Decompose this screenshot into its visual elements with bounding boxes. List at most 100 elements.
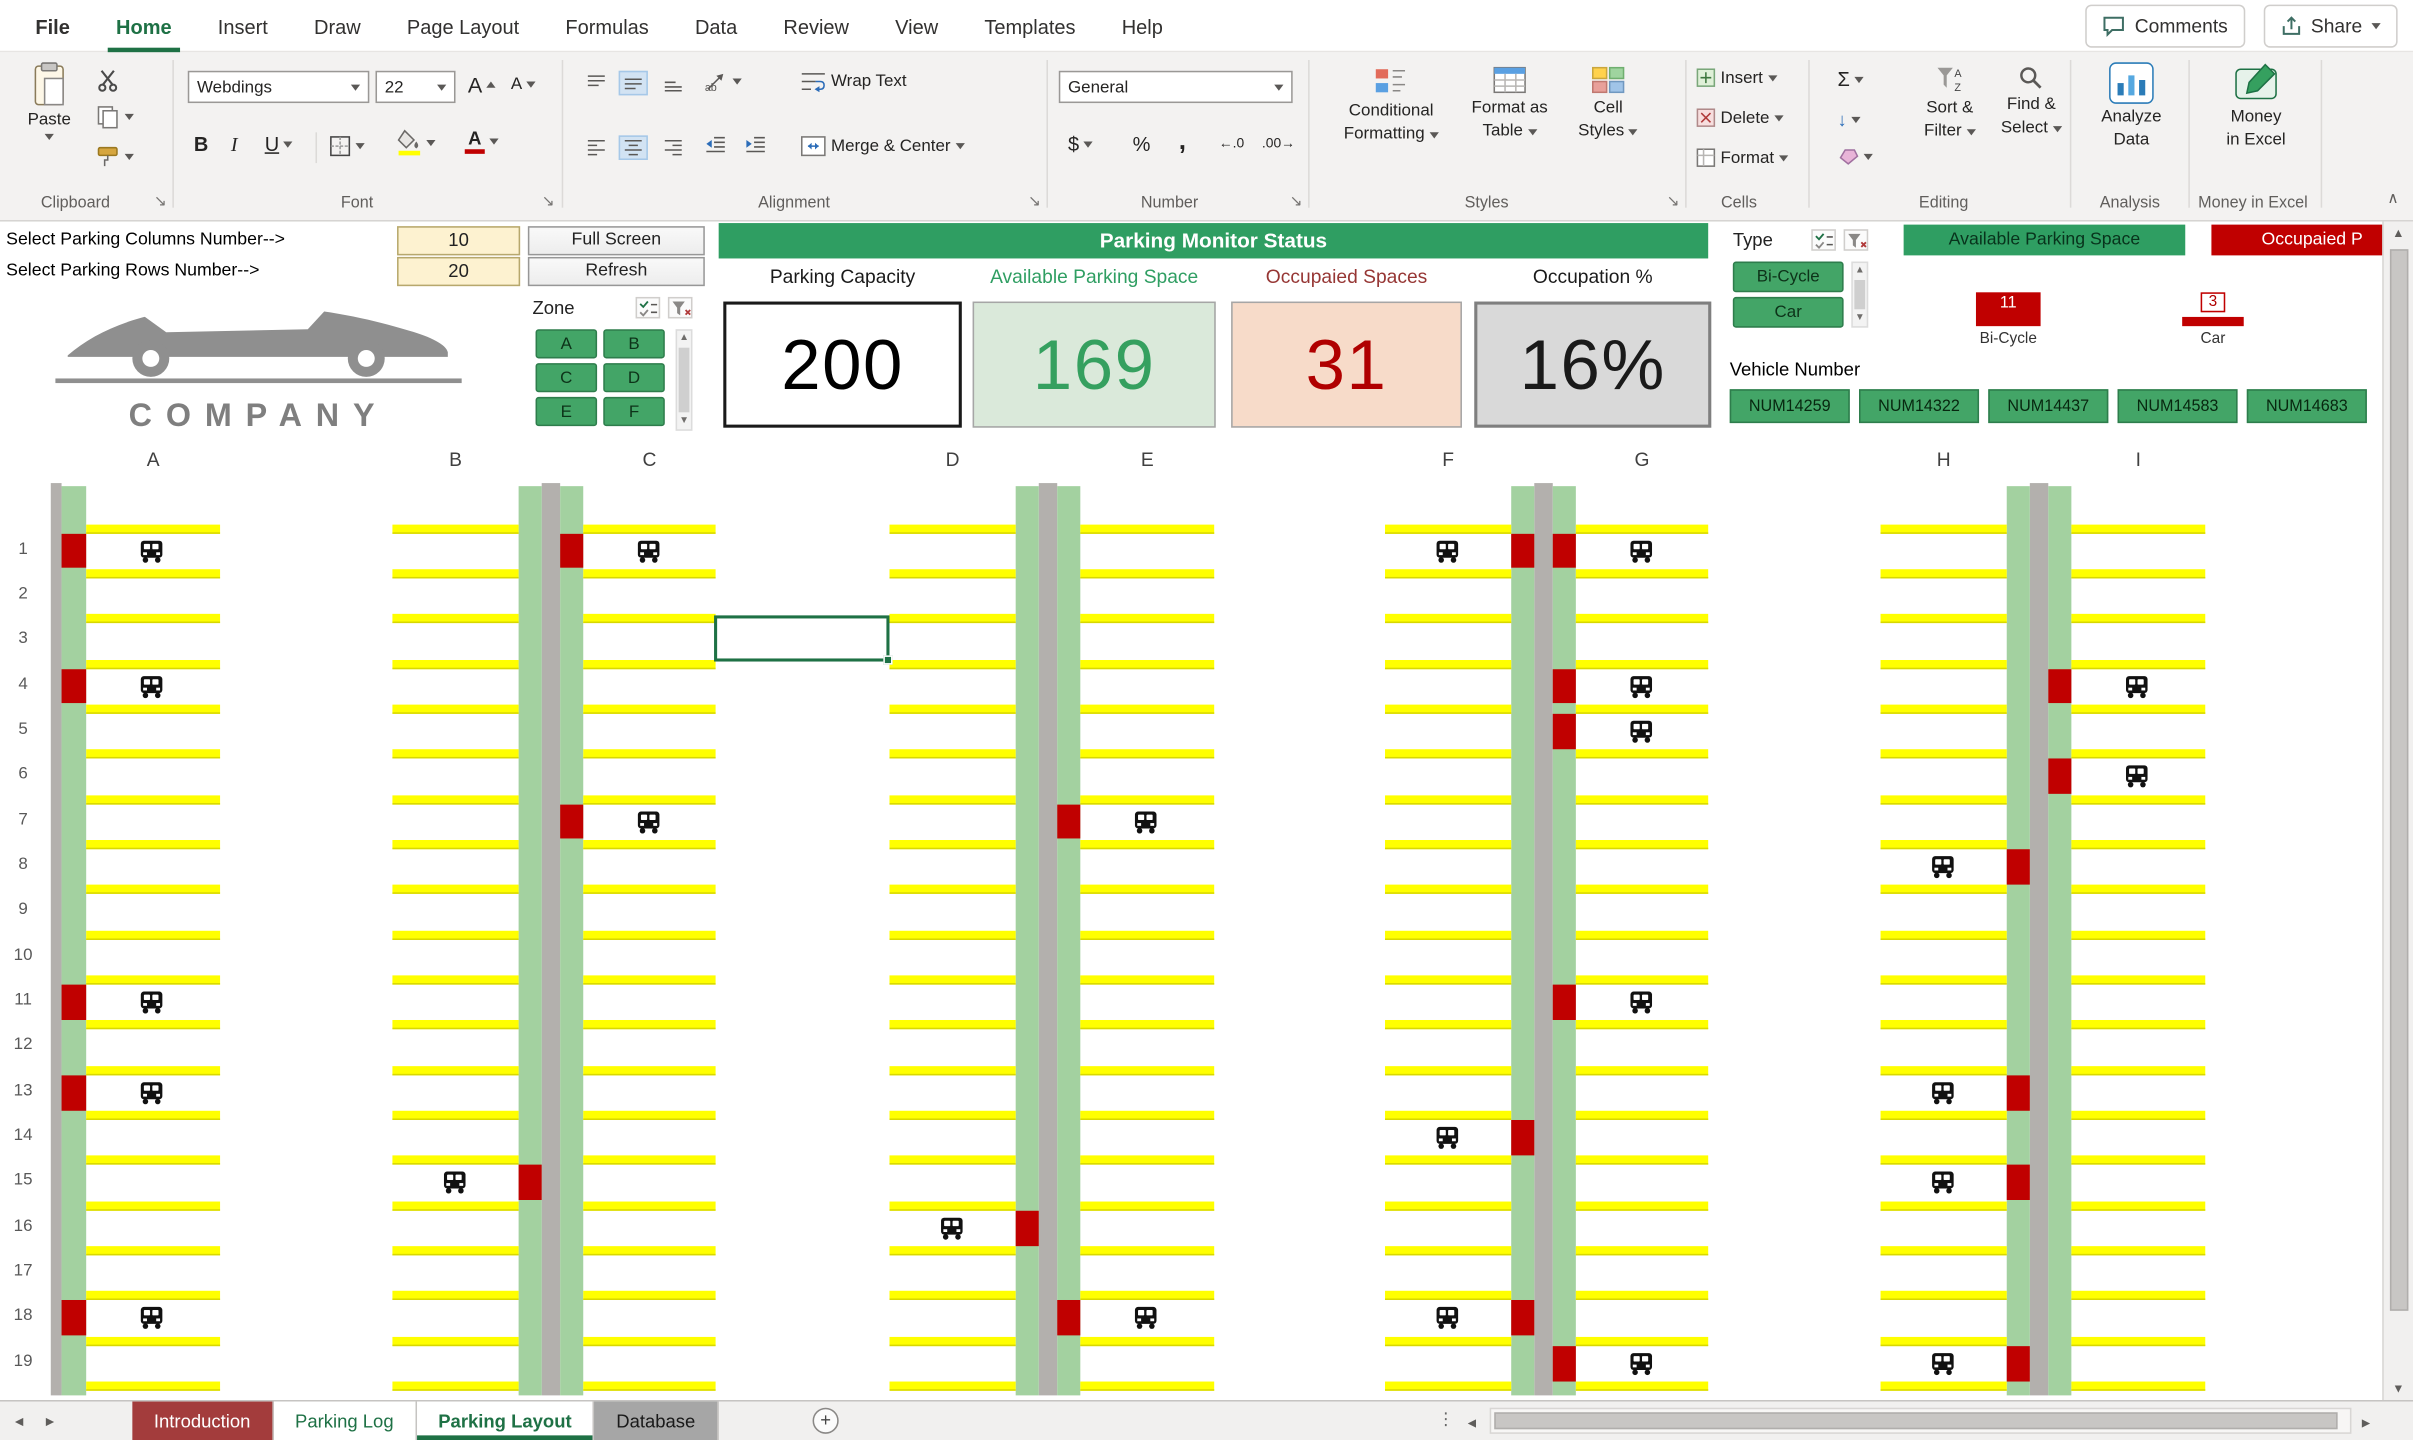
spot-divider [1881,1201,2007,1210]
aisle-strip-b [519,486,542,1395]
spot-divider [1080,975,1214,984]
parking-wall [542,483,560,1395]
hscroll-left-arrow[interactable]: ◄ [1465,1415,1479,1430]
column-letter-b: B [425,449,487,471]
occupied-cell-I4 [2048,669,2071,704]
occupied-cell-A11 [62,985,87,1020]
fill-handle[interactable] [883,655,892,664]
spot-divider [889,1066,1015,1075]
spot-divider [1576,840,1708,849]
spot-divider [86,1111,220,1120]
row-number-4: 4 [3,675,43,693]
selected-cell[interactable] [714,615,889,661]
spot-divider [1385,1111,1511,1120]
row-number-12: 12 [3,1036,43,1054]
spot-divider [1881,1111,2007,1120]
spot-divider [392,1382,518,1391]
aisle-strip-i [2048,486,2071,1395]
spot-divider [889,569,1015,578]
vehicle-number-cell-3: NUM14437 [1988,389,2108,423]
aisle-strip-g [1553,486,1576,1395]
spot-divider [1385,569,1511,578]
sheet-tab-database[interactable]: Database [595,1402,719,1440]
collapse-ribbon-button[interactable]: ∧ [2379,191,2407,208]
spot-divider [1576,1382,1708,1391]
spot-divider [2071,1066,2205,1075]
occupied-cell-I6 [2048,759,2071,794]
vehicle-icon-F1 [1434,539,1462,562]
tab-splitter-handle[interactable]: ⋮ [1437,1409,1454,1429]
row-number-19: 19 [3,1352,43,1370]
sheet-tab-parking-layout[interactable]: Parking Layout [417,1402,595,1440]
add-sheet-button[interactable]: + [813,1408,839,1434]
spot-divider [1881,1291,2007,1300]
spot-divider [86,795,220,804]
vehicle-icon-H8 [1930,855,1958,878]
vehicle-icon-H19 [1930,1352,1958,1375]
spot-divider [1576,614,1708,623]
spot-divider [583,569,715,578]
spot-divider [1576,1111,1708,1120]
spot-divider [1385,614,1511,623]
spot-divider [889,524,1015,533]
scroll-down-arrow[interactable]: ▼ [2384,1382,2413,1396]
spot-divider [1080,1021,1214,1030]
aisle-strip-c [560,486,583,1395]
row-number-17: 17 [3,1262,43,1280]
spot-divider [392,659,518,668]
horizontal-scrollbar[interactable] [1490,1408,2352,1434]
occupied-cell-E7 [1057,804,1080,839]
spot-divider [86,1156,220,1165]
spot-divider [1385,1382,1511,1391]
spot-divider [1080,1291,1214,1300]
spot-divider [1576,524,1708,533]
vehicle-number-cell-2: NUM14322 [1859,389,1979,423]
vehicle-icon-E18 [1133,1307,1161,1330]
row-number-7: 7 [3,810,43,828]
horizontal-scroll-thumb[interactable] [1494,1412,2337,1429]
vertical-scroll-thumb[interactable] [2390,249,2408,1311]
row-number-10: 10 [3,946,43,964]
spot-divider [1385,1156,1511,1165]
occupied-cell-B15 [519,1165,542,1200]
row-number-3: 3 [3,630,43,648]
vertical-scrollbar[interactable]: ▲ ▼ [2382,222,2413,1400]
hscroll-right-arrow[interactable]: ► [2359,1415,2373,1430]
spot-divider [86,1021,220,1030]
spot-divider [1385,1337,1511,1346]
vehicle-icon-B15 [442,1171,470,1194]
occupied-cell-G19 [1553,1346,1576,1381]
spot-divider [889,1337,1015,1346]
spot-divider [1576,1201,1708,1210]
occupied-cell-G1 [1553,533,1576,568]
parking-wall [1534,483,1552,1395]
spot-divider [1385,930,1511,939]
tab-nav-right-arrow[interactable]: ► [43,1414,57,1429]
spot-divider [1080,1201,1214,1210]
spot-divider [2071,1246,2205,1255]
spot-divider [1080,1246,1214,1255]
column-letter-a: A [122,449,184,471]
spot-divider [889,614,1015,623]
vehicle-icon-D16 [939,1217,967,1240]
spot-divider [1385,524,1511,533]
spot-divider [2071,1291,2205,1300]
spot-divider [392,1021,518,1030]
spot-divider [1576,1066,1708,1075]
spot-divider [889,659,1015,668]
spot-divider [1576,1156,1708,1165]
row-number-14: 14 [3,1126,43,1144]
tab-nav-left-arrow[interactable]: ◄ [12,1414,26,1429]
spot-divider [86,1291,220,1300]
sheet-tab-parking-log[interactable]: Parking Log [273,1402,416,1440]
excel-window: FileHomeInsertDrawPage LayoutFormulasDat… [0,0,2413,1440]
spot-divider [1881,569,2007,578]
spot-divider [889,930,1015,939]
spot-divider [392,569,518,578]
chart-category-label: Car [2167,331,2259,348]
sheet-tab-introduction[interactable]: Introduction [132,1402,273,1440]
sheet-tab-bar: ◄ ► IntroductionParking LogParking Layou… [0,1400,2413,1440]
spot-divider [889,1156,1015,1165]
spot-divider [86,750,220,759]
scroll-up-arrow[interactable]: ▲ [2384,226,2413,240]
